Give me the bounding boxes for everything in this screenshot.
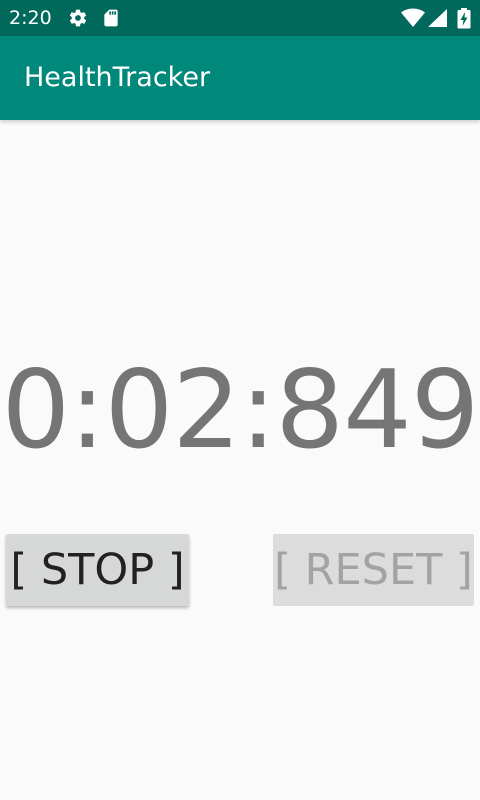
signal-icon <box>427 8 449 28</box>
gear-icon <box>67 8 89 28</box>
stop-button[interactable]: [ STOP ] <box>6 534 189 606</box>
stopwatch-timer-display: 0:02:849 <box>1 348 479 473</box>
status-bar: 2:20 <box>0 0 480 36</box>
app-screen: 2:20 HealthTracker 0:02:849 [STOP] [R… <box>0 0 480 800</box>
sd-card-icon <box>100 8 122 28</box>
reset-button[interactable]: [ RESET ] <box>273 534 474 606</box>
app-bar: HealthTracker <box>0 36 480 120</box>
battery-charging-icon <box>457 8 471 29</box>
status-time: 2:20 <box>9 7 52 29</box>
app-title: HealthTracker <box>24 62 211 93</box>
wifi-icon <box>401 8 425 28</box>
